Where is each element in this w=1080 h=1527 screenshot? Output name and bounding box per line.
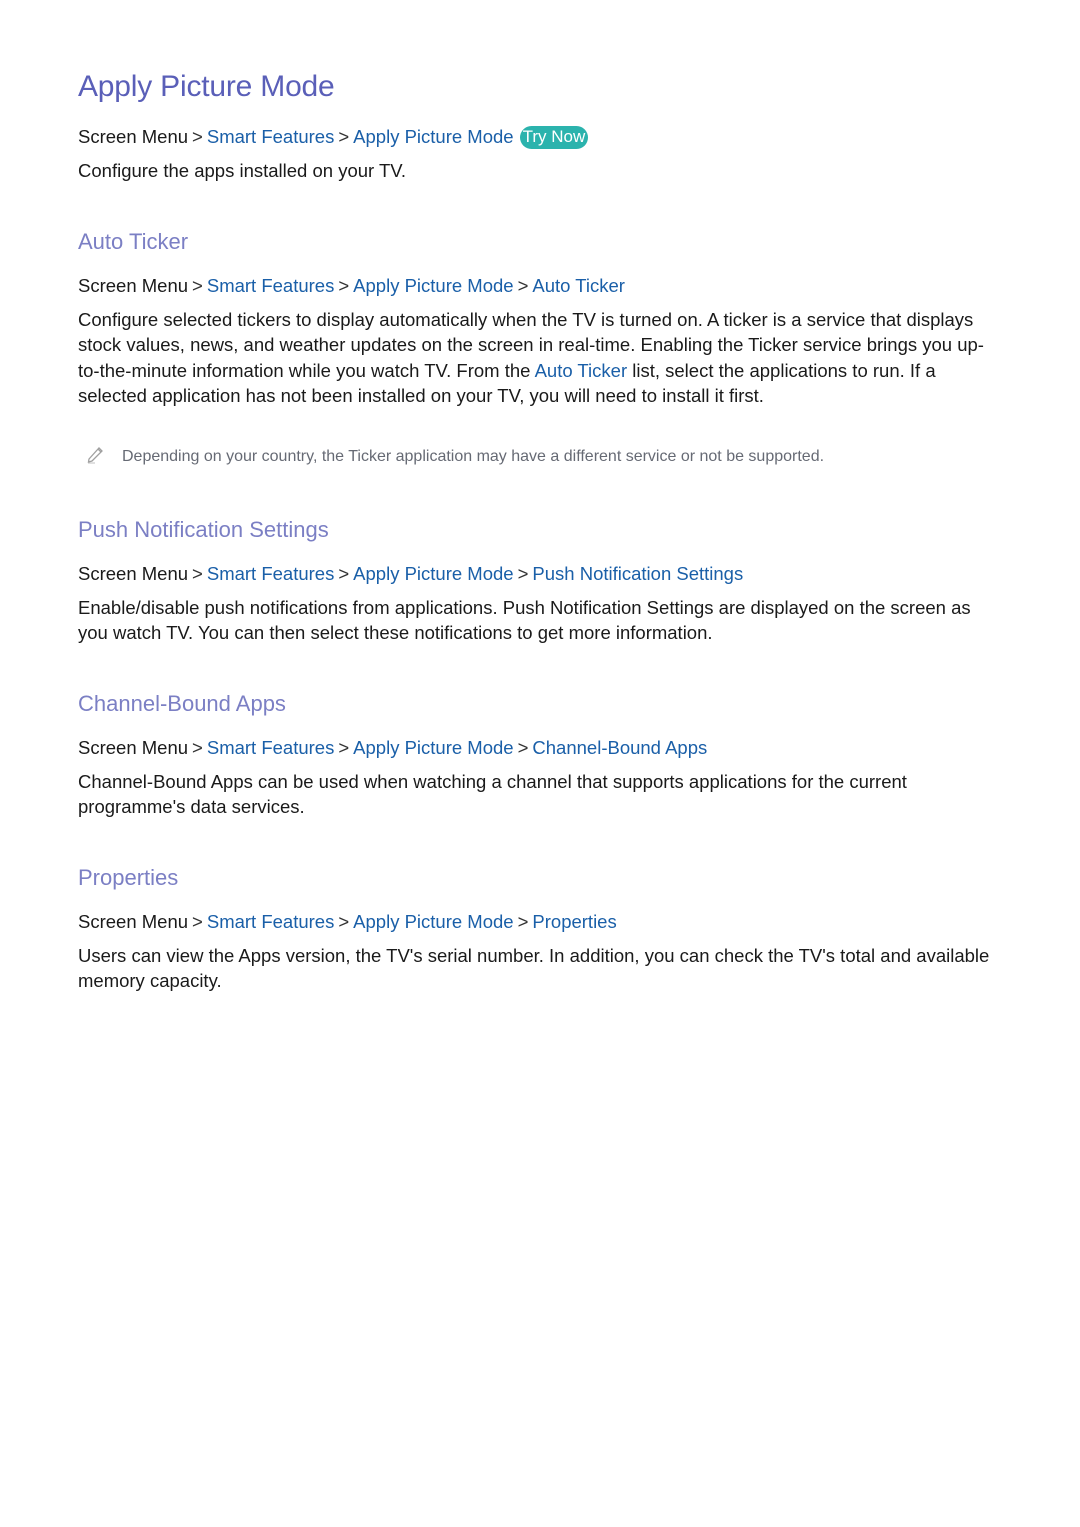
breadcrumb-link-smart-features[interactable]: Smart Features	[207, 275, 335, 296]
note: Depending on your country, the Ticker ap…	[78, 444, 824, 466]
chevron-right-icon: >	[517, 911, 529, 932]
breadcrumb-link-apply-picture-mode[interactable]: Apply Picture Mode	[353, 911, 513, 932]
try-now-button[interactable]: Try Now	[519, 126, 589, 149]
breadcrumb-link-apply-picture-mode[interactable]: Apply Picture Mode	[353, 737, 513, 758]
breadcrumb-link-properties[interactable]: Properties	[532, 911, 616, 932]
auto-ticker-link[interactable]: Auto Ticker	[535, 360, 628, 381]
channel-bound-apps-description: Channel-Bound Apps can be used when watc…	[78, 771, 907, 818]
breadcrumb-properties: Screen Menu > Smart Features > Apply Picture…	[78, 911, 617, 933]
breadcrumb-root: Screen Menu	[78, 275, 189, 296]
chevron-right-icon: >	[338, 911, 350, 932]
chevron-right-icon: >	[338, 737, 350, 758]
page-title: Apply Picture Mode	[78, 70, 335, 103]
breadcrumb-link-auto-ticker[interactable]: Auto Ticker	[532, 275, 625, 296]
auto-ticker-description: Configure selected tickers to display au…	[78, 307, 1003, 408]
breadcrumb-link-apply-picture-mode[interactable]: Apply Picture Mode	[353, 275, 513, 296]
chevron-right-icon: >	[517, 737, 529, 758]
section-heading-push-notification-settings: Push Notification Settings	[78, 517, 329, 542]
breadcrumb-root: Screen Menu	[78, 737, 189, 758]
breadcrumb-link-smart-features[interactable]: Smart Features	[207, 563, 335, 584]
breadcrumb-root: Screen Menu	[78, 126, 189, 147]
breadcrumb-channel-bound-apps: Screen Menu > Smart Features > Apply Picture…	[78, 737, 707, 759]
chevron-right-icon: >	[192, 563, 203, 584]
breadcrumb: Screen Menu > Smart Features > Apply Picture…	[78, 126, 589, 149]
chevron-right-icon: >	[517, 275, 529, 296]
breadcrumb-auto-ticker: Screen Menu > Smart Features > Apply Picture…	[78, 275, 625, 297]
breadcrumb-link-smart-features[interactable]: Smart Features	[207, 737, 335, 758]
chevron-right-icon: >	[517, 563, 529, 584]
chevron-right-icon: >	[192, 275, 203, 296]
note-text: Depending on your country, the Ticker ap…	[122, 448, 825, 465]
section-heading-auto-ticker: Auto Ticker	[78, 229, 189, 254]
chevron-right-icon: >	[192, 737, 203, 758]
push-notification-description: Enable/disable push notifications from a…	[78, 597, 971, 644]
chevron-right-icon: >	[338, 126, 350, 147]
breadcrumb-link-apply-picture-mode[interactable]: Apply Picture Mode	[353, 126, 513, 147]
chevron-right-icon: >	[192, 911, 203, 932]
breadcrumb-link-apply-picture-mode[interactable]: Apply Picture Mode	[353, 563, 513, 584]
section-heading-properties: Properties	[78, 865, 179, 890]
section-heading-channel-bound-apps: Channel-Bound Apps	[78, 691, 286, 716]
pencil-icon	[87, 447, 103, 464]
intro-text: Configure the apps installed on your TV.	[78, 160, 407, 181]
chevron-right-icon: >	[192, 126, 203, 147]
chevron-right-icon: >	[338, 563, 350, 584]
chevron-right-icon: >	[338, 275, 350, 296]
properties-description: Users can view the Apps version, the TV'…	[78, 945, 990, 992]
breadcrumb-root: Screen Menu	[78, 911, 189, 932]
breadcrumb-link-smart-features[interactable]: Smart Features	[207, 911, 335, 932]
breadcrumb-root: Screen Menu	[78, 563, 189, 584]
breadcrumb-link-channel-bound-apps[interactable]: Channel-Bound Apps	[532, 737, 707, 758]
breadcrumb-link-smart-features[interactable]: Smart Features	[207, 126, 335, 147]
breadcrumb-push-notification-settings: Screen Menu > Smart Features > Apply Picture…	[78, 563, 743, 585]
breadcrumb-link-push-notification-settings[interactable]: Push Notification Settings	[532, 563, 743, 584]
